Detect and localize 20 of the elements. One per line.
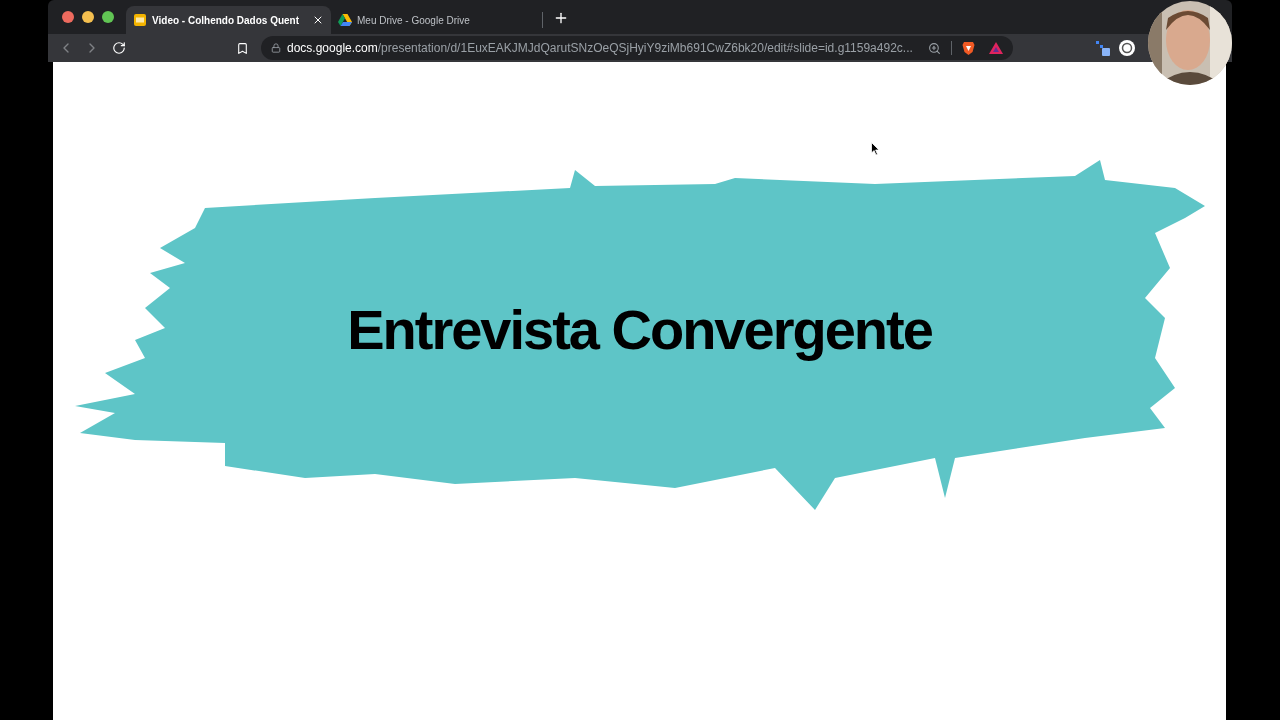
triangle-logo-icon (338, 14, 352, 26)
address-bar[interactable]: docs.google.com/presentation/d/1EuxEAKJMJdQarutSNzOeQSjHyiY9ziMb691CwZ6bk20/edit#slide=id.g1159a492c... (261, 36, 1013, 60)
browser-tab[interactable]: Meu Drive - Google Drive (331, 6, 536, 34)
bookmark-icon[interactable] (236, 41, 249, 55)
close-tab-icon[interactable] (312, 14, 324, 26)
minimize-window-button[interactable] (82, 11, 94, 23)
zoom-icon[interactable] (928, 41, 941, 55)
browser-tab[interactable]: Video - Colhendo Dados Quent (126, 6, 331, 34)
url-text: docs.google.com/presentation/d/1EuxEAKJMJdQarutSNzOeQSjHyiY9ziMb691CwZ6bk20/edit#slide=id.g1159a492c... (287, 40, 914, 57)
maximize-window-button[interactable] (102, 11, 114, 23)
tab-title: Meu Drive - Google Drive (357, 13, 471, 28)
slides-icon (133, 13, 147, 27)
triangle-icon[interactable] (989, 42, 1003, 54)
lock-icon (271, 43, 281, 53)
cursor-icon (871, 142, 881, 156)
tab-title: Video - Colhendo Dados Quent (152, 13, 301, 28)
extension-icon[interactable] (1095, 40, 1111, 56)
reload-icon[interactable] (112, 41, 126, 55)
new-tab-icon[interactable] (553, 10, 569, 26)
close-window-button[interactable] (62, 11, 74, 23)
